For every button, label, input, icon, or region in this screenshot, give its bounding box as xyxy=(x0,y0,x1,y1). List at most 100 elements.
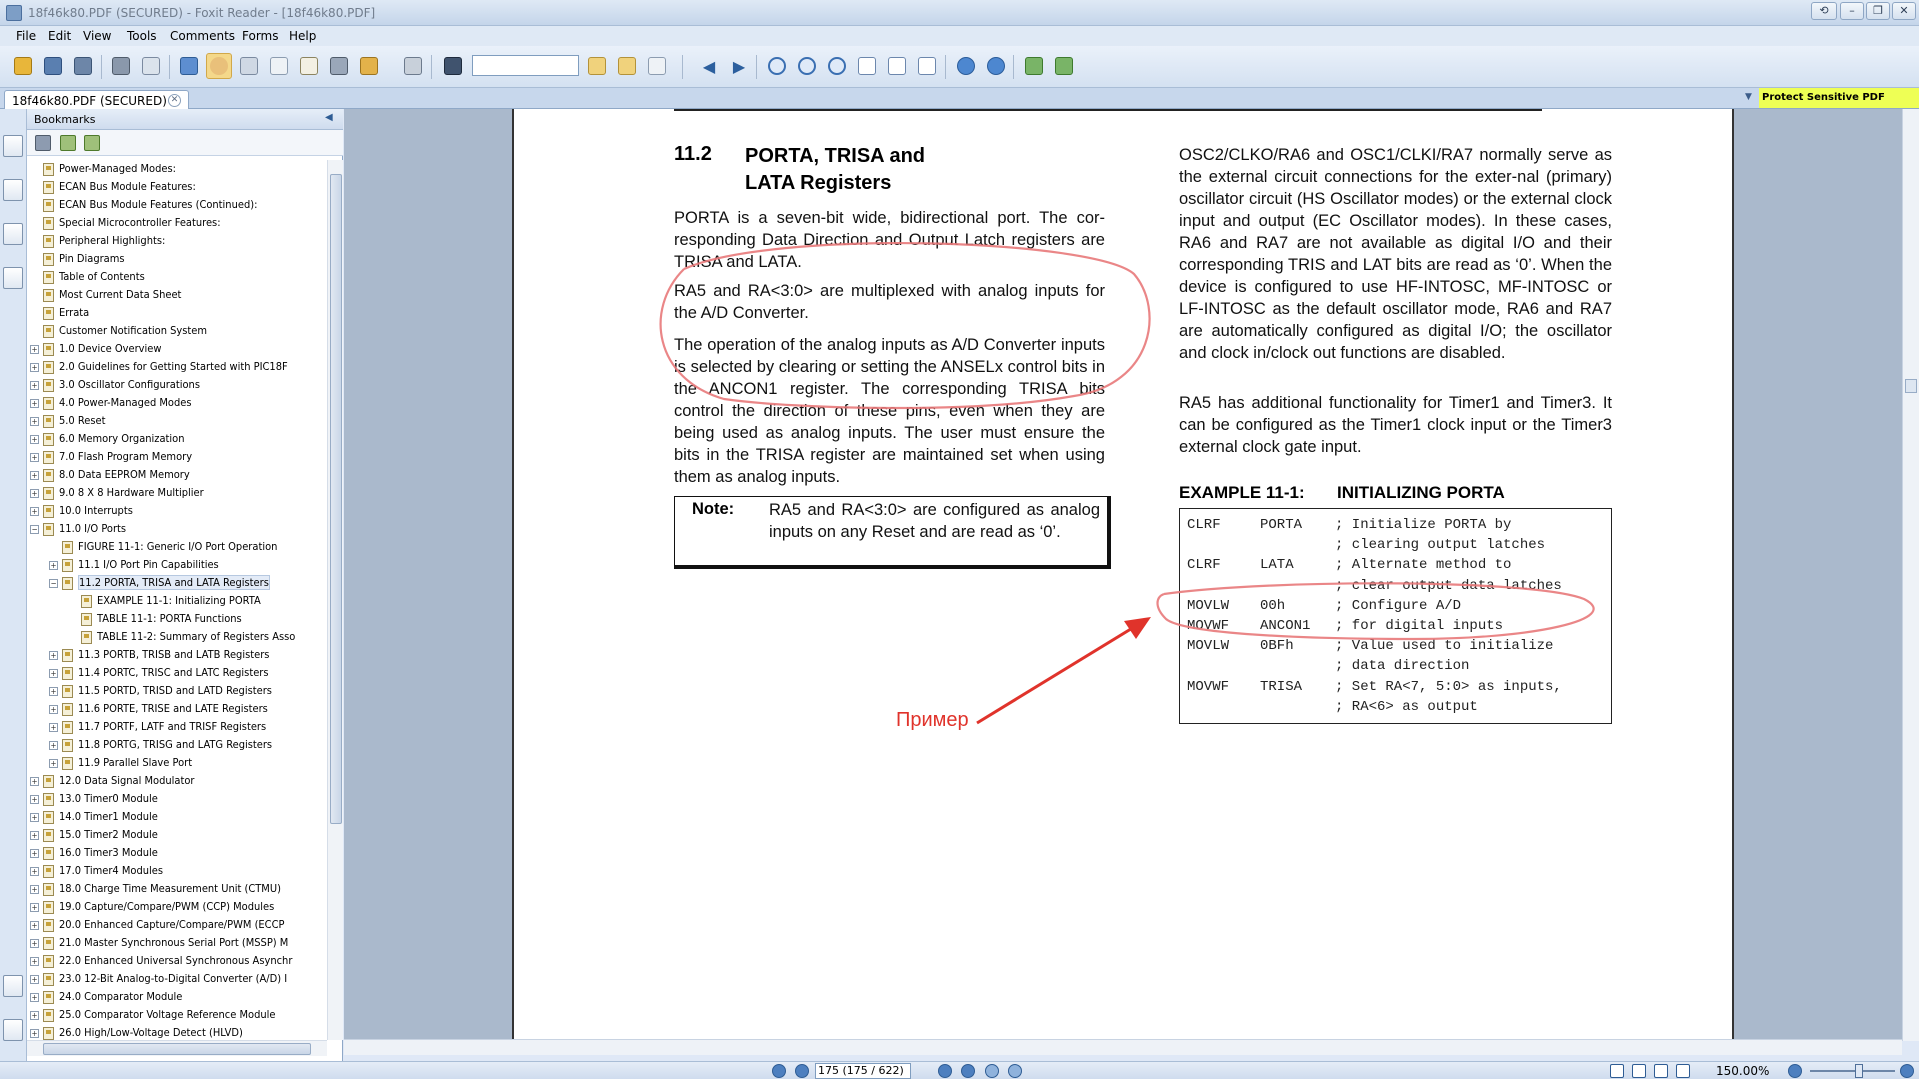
bookmark-item[interactable]: +4.0 Power-Managed Modes xyxy=(30,394,192,412)
text-select-icon[interactable] xyxy=(296,53,322,79)
bookmark-item[interactable]: +15.0 Timer2 Module xyxy=(30,826,158,844)
bookmark-item[interactable]: FIGURE 11-1: Generic I/O Port Operation xyxy=(49,538,277,556)
find-options-icon[interactable] xyxy=(644,53,670,79)
hand-tool-icon[interactable] xyxy=(206,53,232,79)
zoom-out-icon[interactable] xyxy=(794,53,820,79)
menu-edit[interactable]: Edit xyxy=(48,29,71,43)
next-view-icon[interactable] xyxy=(1008,1064,1022,1078)
bookmark-item[interactable]: +16.0 Timer3 Module xyxy=(30,844,158,862)
expand-toggle-icon[interactable]: + xyxy=(30,1028,39,1038)
expand-toggle-icon[interactable]: + xyxy=(49,722,58,732)
single-page-icon[interactable] xyxy=(1610,1064,1624,1078)
add-bookmark-icon[interactable] xyxy=(60,135,76,151)
zoom-slider[interactable] xyxy=(1810,1070,1895,1072)
tab-dropdown-icon[interactable]: ▼ xyxy=(1745,92,1752,102)
first-page-icon[interactable] xyxy=(772,1064,786,1078)
expand-toggle-icon[interactable]: + xyxy=(30,506,39,516)
menu-file[interactable]: File xyxy=(16,29,36,43)
bookmark-item[interactable]: +18.0 Charge Time Measurement Unit (CTMU… xyxy=(30,880,281,898)
expand-toggle-icon[interactable]: + xyxy=(30,434,39,444)
full-screen-icon[interactable] xyxy=(176,53,202,79)
close-tab-icon[interactable]: ✕ xyxy=(168,94,181,107)
zoom-level[interactable]: 150.00% xyxy=(1716,1064,1769,1078)
expand-toggle-icon[interactable]: + xyxy=(30,344,39,354)
fit-page-icon[interactable] xyxy=(884,53,910,79)
expand-toggle-icon[interactable]: + xyxy=(30,938,39,948)
rotate-left-icon[interactable] xyxy=(953,53,979,79)
binoculars-icon[interactable] xyxy=(440,53,466,79)
expand-toggle-icon[interactable]: + xyxy=(30,380,39,390)
fit-width-icon[interactable] xyxy=(914,53,940,79)
previous-page-icon[interactable] xyxy=(795,1064,809,1078)
snapshot-icon[interactable] xyxy=(326,53,352,79)
bookmark-item[interactable]: +7.0 Flash Program Memory xyxy=(30,448,192,466)
bookmark-item[interactable]: +11.4 PORTC, TRISC and LATC Registers xyxy=(49,664,269,682)
bookmark-item[interactable]: TABLE 11-1: PORTA Functions xyxy=(68,610,242,628)
zoom-in-button[interactable] xyxy=(1900,1064,1914,1078)
search-input[interactable] xyxy=(472,55,579,76)
email-icon[interactable] xyxy=(138,53,164,79)
forward-arrow-icon[interactable]: ▶ xyxy=(726,53,752,79)
bookmark-item[interactable]: +9.0 8 X 8 Hardware Multiplier xyxy=(30,484,204,502)
bookmark-item[interactable]: +11.7 PORTF, LATF and TRISF Registers xyxy=(49,718,266,736)
restore-icon[interactable]: ⟲ xyxy=(1811,2,1837,20)
document-horizontal-scrollbar[interactable] xyxy=(344,1039,1902,1055)
expand-toggle-icon[interactable]: + xyxy=(30,956,39,966)
bookmark-item[interactable]: TABLE 11-2: Summary of Registers Asso xyxy=(68,628,295,646)
expand-toggle-icon[interactable]: + xyxy=(30,1010,39,1020)
expand-toggle-icon[interactable]: + xyxy=(49,740,58,750)
menu-forms[interactable]: Forms xyxy=(242,29,278,43)
bookmark-item[interactable]: Power-Managed Modes: xyxy=(30,160,176,178)
zoom-in-icon[interactable] xyxy=(764,53,790,79)
expand-toggle-icon[interactable]: + xyxy=(30,398,39,408)
minimize-button[interactable]: – xyxy=(1840,2,1864,20)
expand-toggle-icon[interactable]: + xyxy=(30,884,39,894)
bookmark-item[interactable]: +2.0 Guidelines for Getting Started with… xyxy=(30,358,288,376)
expand-toggle-icon[interactable]: + xyxy=(30,794,39,804)
bookmark-item[interactable]: − 11.0 I/O Ports xyxy=(30,520,126,538)
expand-toggle-icon[interactable]: + xyxy=(30,992,39,1002)
continuous-icon[interactable] xyxy=(1632,1064,1646,1078)
expand-toggle-icon[interactable]: + xyxy=(49,758,58,768)
facing-icon[interactable] xyxy=(1654,1064,1668,1078)
save-icon[interactable] xyxy=(40,53,66,79)
rms-lock-icon[interactable] xyxy=(356,53,382,79)
expand-toggle-icon[interactable]: + xyxy=(30,416,39,426)
find-next-icon[interactable] xyxy=(614,53,640,79)
bookmark-item[interactable]: +25.0 Comparator Voltage Reference Modul… xyxy=(30,1006,275,1024)
expand-toggle-icon[interactable]: + xyxy=(49,560,58,570)
bookmark-item[interactable]: +3.0 Oscillator Configurations xyxy=(30,376,200,394)
maximize-button[interactable]: ❐ xyxy=(1866,2,1890,20)
expand-toggle-icon[interactable]: + xyxy=(30,488,39,498)
bookmark-item[interactable]: Pin Diagrams xyxy=(30,250,125,268)
expand-bookmark-icon[interactable] xyxy=(84,135,100,151)
comments-panel-icon[interactable] xyxy=(3,267,23,289)
document-vertical-scrollbar[interactable] xyxy=(1902,109,1919,1041)
collapse-panel-icon[interactable]: ◀ xyxy=(325,112,333,123)
tab-document[interactable]: 18f46k80.PDF (SECURED) ✕ xyxy=(4,90,189,109)
extract-page-icon[interactable] xyxy=(1051,53,1077,79)
layers-panel-icon[interactable] xyxy=(3,223,23,245)
bookmark-item[interactable]: +17.0 Timer4 Modules xyxy=(30,862,163,880)
bookmark-item[interactable]: Customer Notification System xyxy=(30,322,207,340)
bookmarks-vertical-scrollbar[interactable] xyxy=(327,160,343,1040)
bookmark-item[interactable]: Special Microcontroller Features: xyxy=(30,214,221,232)
bookmark-item[interactable]: +23.0 12-Bit Analog-to-Digital Converter… xyxy=(30,970,287,988)
menu-comments[interactable]: Comments xyxy=(170,29,235,43)
rotate-right-icon[interactable] xyxy=(983,53,1009,79)
delete-bookmark-icon[interactable] xyxy=(35,135,51,151)
zoom-out-button[interactable] xyxy=(1788,1064,1802,1078)
bookmark-item[interactable]: +22.0 Enhanced Universal Synchronous Asy… xyxy=(30,952,292,970)
attachments-icon[interactable] xyxy=(3,975,23,997)
close-button[interactable]: ✕ xyxy=(1892,2,1916,20)
bookmark-item[interactable]: +19.0 Capture/Compare/PWM (CCP) Modules xyxy=(30,898,274,916)
zoom-slider-thumb[interactable] xyxy=(1855,1064,1863,1078)
next-page-icon[interactable] xyxy=(938,1064,952,1078)
menu-view[interactable]: View xyxy=(83,29,111,43)
back-arrow-icon[interactable]: ◀ xyxy=(696,53,722,79)
bookmark-item[interactable]: +13.0 Timer0 Module xyxy=(30,790,158,808)
menu-help[interactable]: Help xyxy=(289,29,316,43)
promo-banner[interactable]: Protect Sensitive PDF Documents xyxy=(1759,88,1919,123)
bookmark-item[interactable]: +11.5 PORTD, TRISD and LATD Registers xyxy=(49,682,272,700)
bookmark-item[interactable]: EXAMPLE 11-1: Initializing PORTA xyxy=(68,592,261,610)
